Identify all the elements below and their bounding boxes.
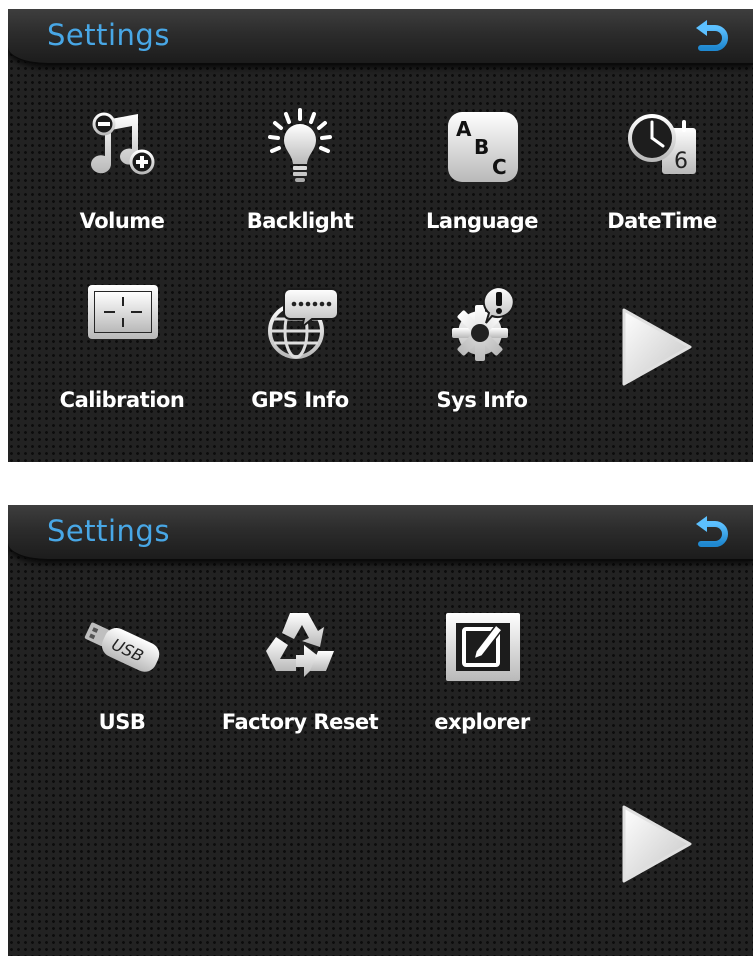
edit-document-icon [446,613,520,681]
back-arrow-icon[interactable] [693,515,731,551]
clock-calendar-icon: 6 [628,114,696,174]
volume-label: Volume [79,209,165,233]
settings-screen-1: Settings Volume Backlight A B C Language… [8,9,753,462]
usb-drive-icon: USB [84,622,160,672]
backlight-button[interactable]: Backlight [220,96,380,246]
sys-info-label: Sys Info [436,388,528,412]
recycle-icon [266,613,334,677]
light-bulb-icon [268,108,332,182]
gps-info-button[interactable]: GPS Info [220,275,380,425]
language-label: Language [426,209,538,233]
datetime-label: DateTime [607,209,717,233]
backlight-label: Backlight [246,209,354,233]
volume-button[interactable]: Volume [42,96,202,246]
datetime-button[interactable]: 6 DateTime [582,96,742,246]
globe-speech-icon [268,288,339,359]
svg-text:A: A [456,117,472,141]
abc-icon: A B C [448,112,518,182]
explorer-button[interactable]: explorer [402,597,562,747]
page-title: Settings [47,18,170,52]
usb-label: USB [98,710,146,734]
usb-button[interactable]: USB USB [42,597,202,747]
gps-info-label: GPS Info [251,388,349,412]
calibration-label: Calibration [59,388,185,412]
next-page-arrow-icon[interactable] [620,803,694,885]
language-button[interactable]: A B C Language [402,96,562,246]
page-title: Settings [47,514,170,548]
svg-text:6: 6 [674,149,688,174]
settings-screen-2: Settings USB USB Factory Reset explorer [8,505,753,956]
header-bar: Settings [8,505,753,561]
next-page-arrow-icon[interactable] [620,306,694,388]
factory-reset-button[interactable]: Factory Reset [220,597,380,747]
svg-text:B: B [474,135,489,159]
music-note-volume-icon [91,112,155,175]
explorer-label: explorer [434,710,530,734]
header-bar: Settings [8,9,753,65]
gear-alert-icon [452,285,515,361]
sys-info-button[interactable]: Sys Info [402,275,562,425]
factory-reset-label: Factory Reset [221,710,379,734]
crosshair-icon [88,285,158,339]
calibration-button[interactable]: Calibration [42,275,202,425]
back-arrow-icon[interactable] [693,19,731,55]
svg-text:C: C [492,155,507,179]
